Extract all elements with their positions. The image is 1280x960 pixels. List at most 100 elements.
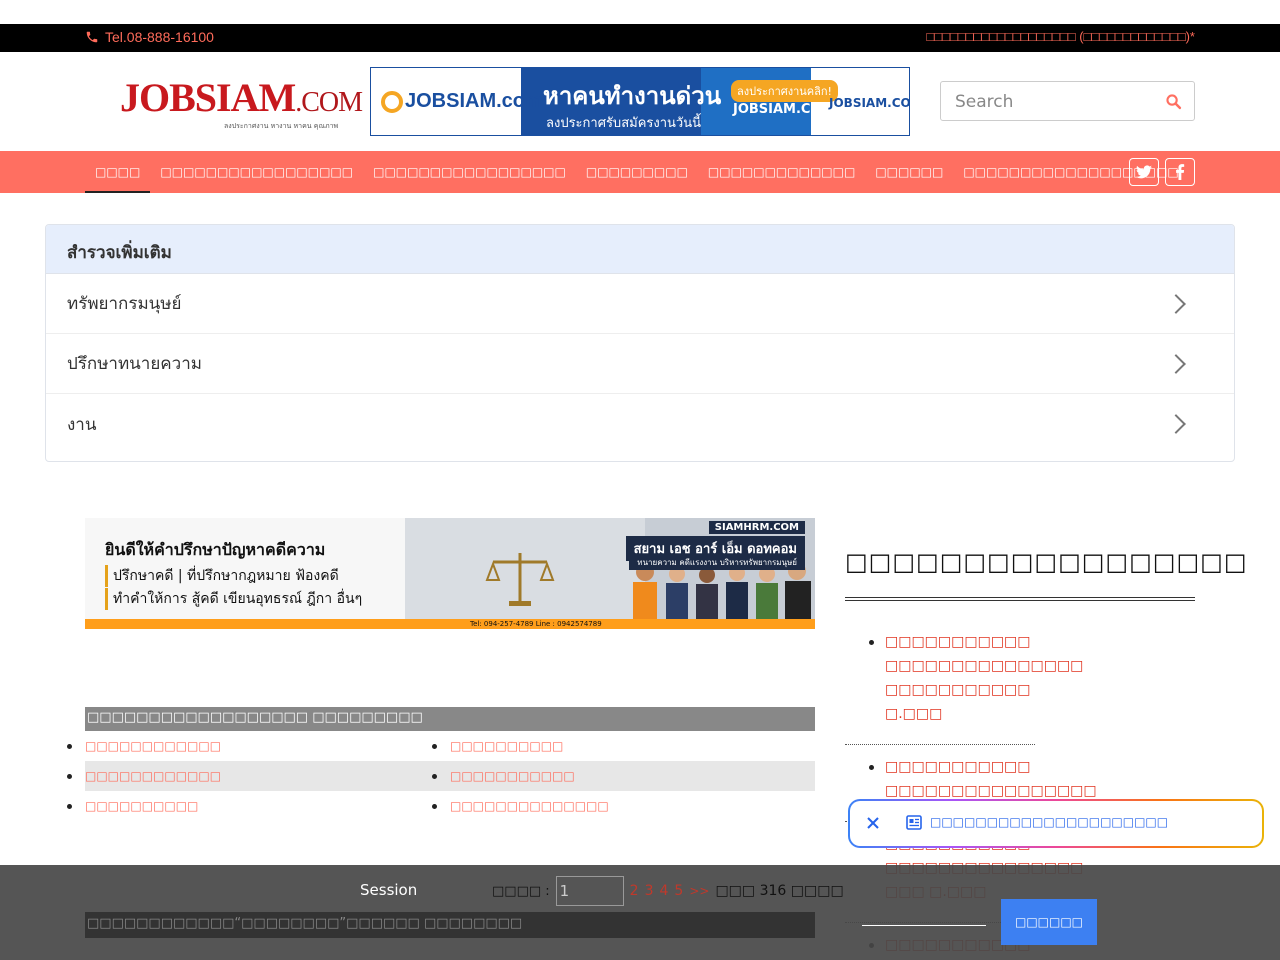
nav-item-2[interactable]: □□□□□□□□□□□□□□□□□	[150, 151, 363, 193]
bullet-icon	[869, 640, 874, 645]
toast-text[interactable]: □□□□□□□□□□□□□□□□□□□□□	[930, 815, 1168, 829]
pagination: □□□□ : 2 3 4 5 >> □□□ 316 □□□□	[492, 876, 844, 906]
search-icon[interactable]	[1165, 93, 1182, 110]
bullet-icon	[432, 773, 437, 779]
magnifier-icon	[381, 90, 403, 113]
page-link[interactable]: 3	[645, 883, 654, 899]
session-underline	[862, 925, 986, 926]
list-item[interactable]: □□□□□□□□□□□ □□□□□□□□□□□□□□□□	[845, 755, 1195, 803]
banner-subline: ลงประกาศรับสมัครงานวันนี้	[546, 116, 701, 131]
job-link[interactable]: □□□□□□□□□□□□	[85, 739, 221, 753]
sidebar-link-line: □□□□□□□□□□□□□□□	[885, 658, 1084, 674]
job-link[interactable]: □□□□□□□□□□□□□□	[450, 799, 609, 813]
bullet-icon	[67, 803, 72, 809]
nav-item-6[interactable]: □□□□□□	[865, 151, 953, 193]
job-link[interactable]: □□□□□□□□□□□	[450, 769, 575, 783]
bullet-icon	[432, 743, 437, 749]
session-label: Session	[360, 881, 418, 899]
twitter-icon	[1136, 165, 1152, 179]
explore-more-panel: สำรวจเพิ่มเติม ทรัพยากรมนุษย์ ปรึกษาทนาย…	[45, 224, 1235, 462]
explore-item-jobs[interactable]: งาน	[46, 394, 1234, 454]
site-header: JOBSIAM.COM ลงประกาศงาน หางาน หาคน คุณภา…	[0, 52, 1280, 151]
law-banner-line2: ปรึกษาคดี | ที่ปรึกษากฎหมาย ฟ้องคดี	[105, 565, 339, 587]
chevron-right-icon	[1166, 293, 1186, 314]
explore-more-title: สำรวจเพิ่มเติม	[46, 225, 1234, 274]
explore-item-hr[interactable]: ทรัพยากรมนุษย์	[46, 274, 1234, 334]
session-bar: Session □□□□ : 2 3 4 5 >> □□□ 316 □□□□ □…	[0, 865, 1280, 960]
law-banner-strip	[85, 619, 815, 629]
bullet-icon	[432, 803, 437, 809]
table-row: □□□□□□□□□□ □□□□□□□□□□□□□□	[67, 791, 815, 821]
table-row: □□□□□□□□□□□□ □□□□□□□□□□□	[67, 761, 815, 791]
facebook-icon	[1176, 164, 1185, 180]
bullet-icon	[67, 743, 72, 749]
law-banner-site: SIAMHRM.COM	[708, 521, 805, 534]
explore-item-label: ทรัพยากรมนุษย์	[67, 294, 182, 314]
explore-item-label: ปรึกษาทนายความ	[67, 354, 202, 374]
page-input[interactable]	[555, 876, 624, 906]
banner-headline: หาคนทำงานด่วน	[543, 82, 722, 110]
sidebar-link-line: □□□□□□□□□□□	[885, 634, 1031, 650]
job-link[interactable]: □□□□□□□□□□□□	[85, 769, 221, 783]
job-list: □□□□□□□□□□□□ □□□□□□□□□□ □□□□□□□□□□□□ □□□…	[67, 731, 815, 821]
sidebar-title: □□□□□□□□□□□□□□□□□	[845, 548, 1248, 576]
search-input[interactable]	[955, 92, 1155, 112]
law-banner-line3: ทำคำให้การ สู้คดี เขียนอุทธรณ์ ฎีกา อื่น…	[105, 588, 362, 610]
phone-contact[interactable]: Tel.08-888-16100	[85, 29, 214, 45]
page-label: □□□□ :	[492, 883, 550, 899]
nav-item-1[interactable]: □□□□	[85, 151, 151, 193]
sidebar-divider	[845, 597, 1195, 601]
notification-toast: □□□□□□□□□□□□□□□□□□□□□	[848, 799, 1264, 848]
banner-site-right: JOBSIAM.COM	[829, 96, 910, 110]
phone-number: Tel.08-888-16100	[105, 29, 214, 45]
scale-of-justice-icon	[485, 553, 555, 606]
table-row: □□□□□□□□□□□□ □□□□□□□□□□	[67, 731, 815, 761]
sidebar-link-line: □□□□□□□□□□□	[885, 682, 1031, 698]
top-bar: Tel.08-888-16100 □□□□□□□□□□□□□□□□□□□ (□□…	[0, 24, 1280, 52]
accept-button[interactable]: □□□□□□	[1001, 899, 1097, 945]
sidebar-link-line: □□□□□□□□□□□	[885, 759, 1031, 775]
twitter-button[interactable]	[1129, 158, 1159, 186]
logo-text: JOBSIAM	[120, 75, 296, 120]
close-icon[interactable]	[865, 815, 881, 831]
bullet-icon	[869, 765, 874, 770]
facebook-button[interactable]	[1165, 158, 1195, 186]
bullet-icon	[67, 773, 72, 779]
news-section-header: □□□□□□□□□□□□“□□□□□□□□”□□□□□□ □□□□□□□□	[85, 912, 815, 938]
phone-icon	[86, 31, 98, 43]
chevron-right-icon	[1166, 353, 1186, 374]
law-banner-contact: Tel: 094-257-4789 Line : 0942574789	[470, 620, 602, 628]
banner-site: JOBSIAM.COM	[733, 102, 835, 117]
job-link[interactable]: □□□□□□□□□□	[450, 739, 563, 753]
explore-item-label: งาน	[67, 414, 97, 435]
social-links	[1129, 158, 1195, 186]
nav-item-5[interactable]: □□□□□□□□□□□□□	[698, 151, 865, 193]
law-banner-line1: ยินดีให้คำปรึกษาปัญหาคดีความ	[105, 540, 326, 559]
page-total: □□□ 316 □□□□	[715, 883, 844, 899]
sidebar-link-line: □.□□□	[885, 706, 943, 722]
page-link[interactable]: 2	[630, 883, 639, 899]
next-page-link[interactable]: >>	[689, 884, 709, 898]
page-link[interactable]: 5	[674, 883, 683, 899]
nav-item-4[interactable]: □□□□□□□□□	[576, 151, 698, 193]
top-notice[interactable]: □□□□□□□□□□□□□□□□□□□ (□□□□□□□□□□□□□)*	[926, 29, 1195, 44]
list-item[interactable]: □□□□□□□□□□□ □□□□□□□□□□□□□□□ □□□□□□□□□□□ □.□…	[845, 630, 1195, 726]
job-section-header: □□□□□□□□□□□□□□□□□□ □□□□□□□□□	[85, 707, 815, 731]
page-link[interactable]: 4	[660, 883, 669, 899]
logo-tagline: ลงประกาศงาน หางาน หาคน คุณภาพ	[224, 122, 339, 130]
search-box	[940, 81, 1195, 121]
banner-brand: JOBSIAM.com	[381, 90, 543, 113]
chevron-right-icon	[1166, 414, 1186, 434]
newspaper-icon	[906, 815, 922, 830]
explore-item-lawyer[interactable]: ปรึกษาทนายความ	[46, 334, 1234, 394]
law-banner-brand-sub: ทนายความ คดีแรงงาน บริหารทรัพยากรมนุษย์	[629, 555, 805, 570]
site-logo[interactable]: JOBSIAM.COM ลงประกาศงาน หางาน หาคน คุณภา…	[120, 74, 363, 134]
job-link[interactable]: □□□□□□□□□□	[85, 799, 198, 813]
logo-suffix: .COM	[295, 87, 363, 118]
header-ad-banner[interactable]: JOBSIAM.com หาคนทำงานด่วน ลงประกาศรับสมั…	[370, 67, 910, 136]
main-nav: □□□□ □□□□□□□□□□□□□□□□□ □□□□□□□□□□□□□□□□□ □□…	[0, 151, 1280, 193]
law-ad-banner[interactable]: ยินดีให้คำปรึกษาปัญหาคดีความ ปรึกษาคดี |…	[85, 518, 815, 629]
nav-item-3[interactable]: □□□□□□□□□□□□□□□□□	[363, 151, 576, 193]
banner-badge: ลงประกาศงานคลิก!	[731, 80, 838, 102]
dotted-divider	[845, 744, 1035, 745]
